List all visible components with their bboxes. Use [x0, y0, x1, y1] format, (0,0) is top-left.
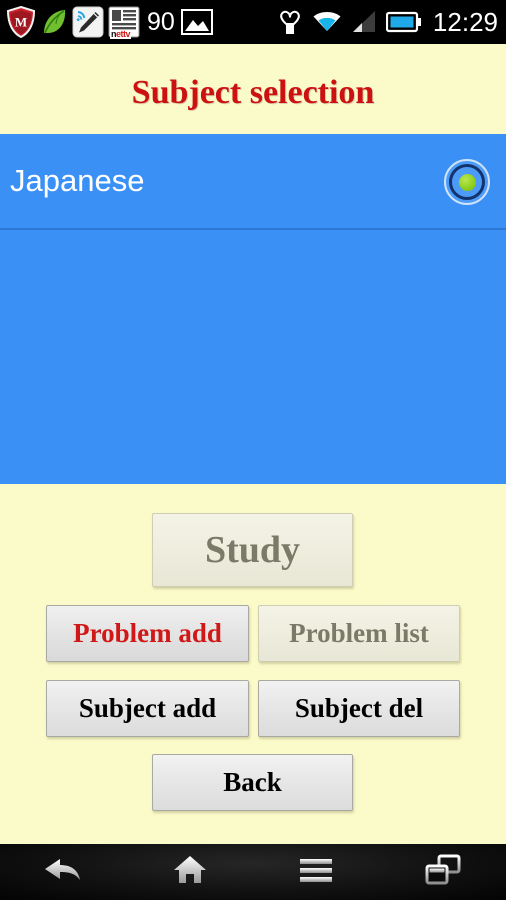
action-button-area: Study Problem add Problem list Subject a…	[0, 484, 506, 844]
page-title: Subject selection	[131, 74, 375, 111]
subject-list: Japanese	[0, 134, 506, 484]
radio-selected-dot	[458, 173, 476, 191]
navigation-bar	[0, 844, 506, 900]
wifi-icon	[312, 10, 342, 34]
list-item[interactable]: Japanese	[0, 134, 506, 230]
problem-list-button[interactable]: Problem list	[258, 605, 460, 662]
home-icon	[172, 853, 208, 892]
cellular-signal-icon	[351, 10, 377, 34]
status-bar-left-icons: M nettv 90	[0, 6, 213, 39]
battery-percent-text: 90	[147, 7, 175, 36]
list-item-label: Japanese	[10, 163, 145, 198]
title-area: Subject selection	[0, 44, 506, 134]
heart-health-icon	[277, 8, 303, 36]
menu-hamburger-icon	[298, 855, 334, 890]
nav-menu-button[interactable]	[253, 844, 380, 900]
study-button[interactable]: Study	[152, 513, 353, 587]
subject-del-button[interactable]: Subject del	[258, 680, 460, 737]
status-bar-right-icons: 12:29	[277, 0, 498, 44]
nav-back-button[interactable]	[0, 844, 127, 900]
back-button[interactable]: Back	[152, 754, 353, 811]
recent-apps-icon	[424, 853, 462, 892]
radio-button-japanese[interactable]	[444, 159, 490, 205]
svg-text:M: M	[15, 15, 27, 30]
app-screen: M nettv 90 12:29 Subject selection Japan…	[0, 0, 506, 900]
stylus-pen-icon	[72, 6, 104, 38]
nettv-news-icon: nettv	[108, 6, 140, 39]
nav-recents-button[interactable]	[380, 844, 506, 900]
nav-home-button[interactable]	[127, 844, 254, 900]
status-clock: 12:29	[432, 7, 498, 37]
mcafee-shield-icon: M	[6, 6, 36, 38]
problem-add-button[interactable]: Problem add	[46, 605, 249, 662]
battery-icon	[385, 11, 422, 33]
image-photo-icon	[180, 9, 213, 35]
leaf-icon	[40, 7, 68, 37]
subject-add-button[interactable]: Subject add	[46, 680, 249, 737]
nettv-label: nettv	[110, 29, 132, 39]
status-bar: M nettv 90 12:29	[0, 0, 506, 44]
back-arrow-icon	[42, 853, 84, 892]
